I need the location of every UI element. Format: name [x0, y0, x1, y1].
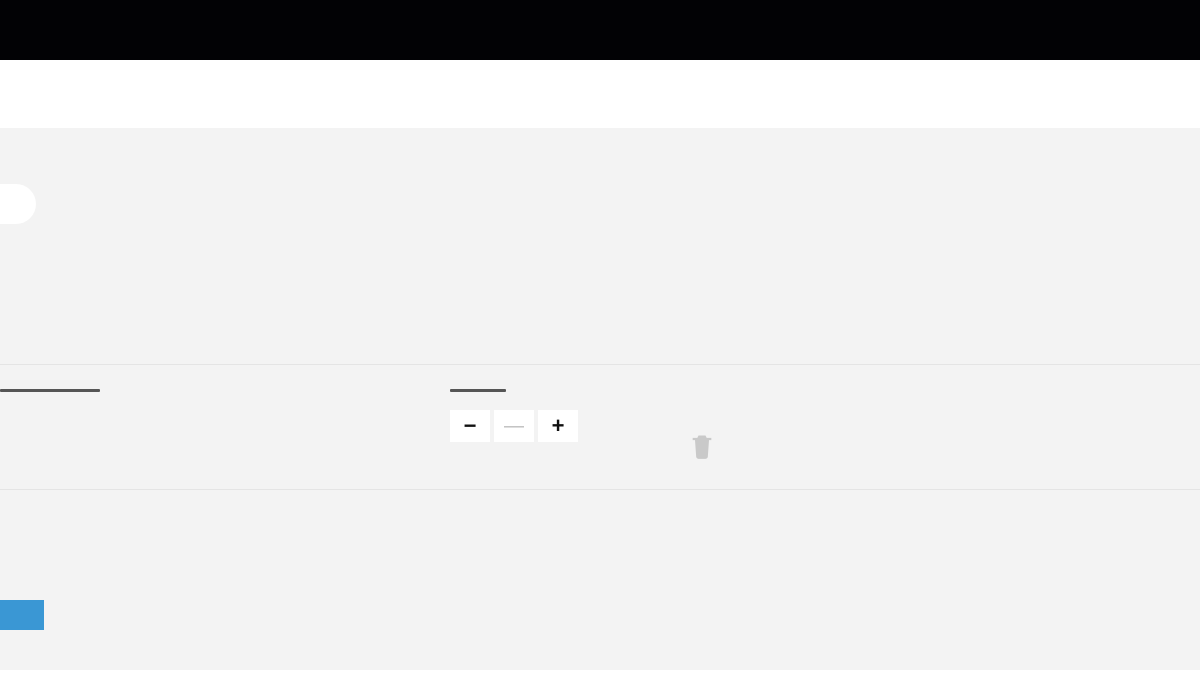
plus-icon: +: [552, 413, 565, 439]
top-navbar: [0, 0, 1200, 60]
subheader: [0, 60, 1200, 128]
quantity-header-underline: [450, 389, 506, 392]
minus-icon: −: [464, 413, 477, 439]
progress-fill: [0, 600, 44, 630]
col-product: [0, 389, 450, 392]
remove-item-button[interactable]: [688, 432, 716, 465]
cart-row: − — +: [0, 365, 1200, 489]
cart-table: − — +: [0, 364, 1200, 490]
product-header-underline: [0, 389, 100, 392]
quantity-stepper: − — +: [450, 410, 660, 442]
col-quantity: − — +: [450, 389, 660, 442]
qty-increment-button[interactable]: +: [538, 410, 578, 442]
main-content: − — +: [0, 128, 1200, 670]
spacer: [0, 490, 1200, 600]
progress-bar: [0, 600, 1200, 630]
trash-icon: [688, 432, 716, 460]
col-remove: [660, 389, 740, 465]
spacer: [0, 224, 1200, 364]
spacer: [0, 630, 1200, 670]
qty-value: —: [494, 410, 534, 442]
qty-decrement-button[interactable]: −: [450, 410, 490, 442]
pill-tag[interactable]: [0, 184, 36, 224]
